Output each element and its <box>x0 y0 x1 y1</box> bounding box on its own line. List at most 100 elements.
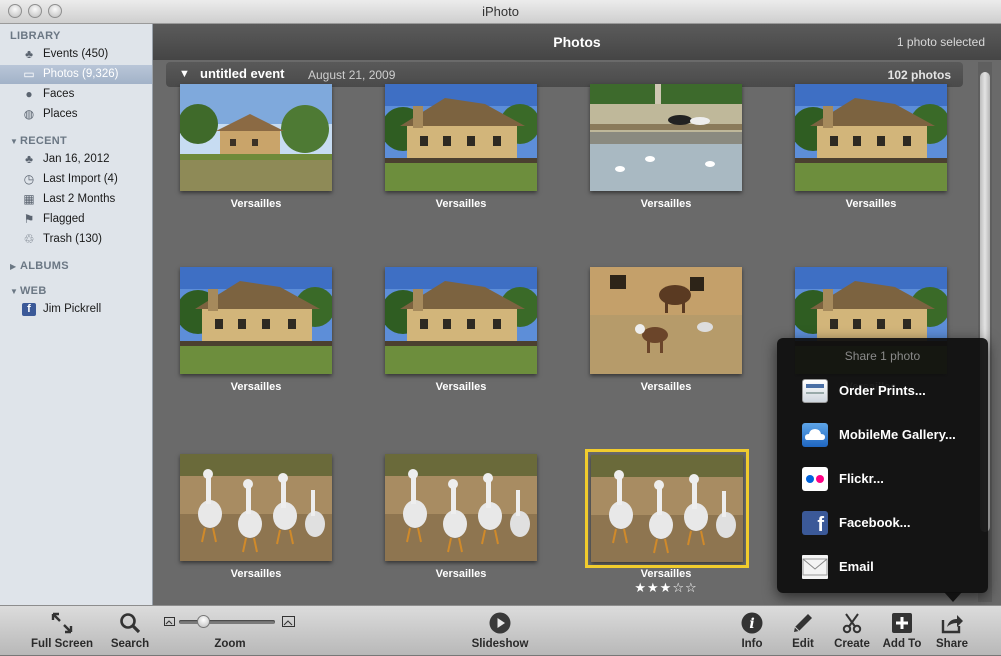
clock-icon: ◷ <box>23 172 35 186</box>
trash-icon: ♲ <box>23 232 35 246</box>
sidebar-item-last-import[interactable]: ◷ Last Import (4) <box>0 170 152 189</box>
sidebar-item-label: Places <box>43 108 78 120</box>
sidebar-item-flagged[interactable]: ⚑ Flagged <box>0 210 152 229</box>
sidebar-item-faces[interactable]: ● Faces <box>0 85 152 104</box>
share-facebook[interactable]: f Facebook... <box>777 503 988 543</box>
share-order-prints[interactable]: Order Prints... <box>777 371 988 411</box>
photo-caption: Versailles <box>230 568 282 580</box>
sidebar-item-trash[interactable]: ♲ Trash (130) <box>0 230 152 249</box>
photo-rating[interactable]: ★★★☆☆ <box>590 580 742 596</box>
sidebar-item-jim-pickrell[interactable]: f Jim Pickrell <box>0 300 152 319</box>
search-label: Search <box>110 638 150 650</box>
slideshow-button[interactable]: Slideshow <box>472 606 528 656</box>
search-button[interactable]: Search <box>110 606 150 656</box>
sidebar-item-label: Photos (9,326) <box>43 68 119 80</box>
events-icon: ♣ <box>25 47 33 61</box>
photo-thumbnail[interactable] <box>385 267 537 374</box>
photo-thumbnail[interactable] <box>795 84 947 191</box>
share-mobileme-gallery[interactable]: MobileMe Gallery... <box>777 415 988 455</box>
full-screen-icon <box>51 612 73 634</box>
section-label: WEB <box>20 285 47 297</box>
photo-thumbnail[interactable] <box>590 84 742 191</box>
share-icon <box>941 615 963 634</box>
photo-caption: Versailles <box>640 198 692 210</box>
facebook-icon: f <box>22 303 36 316</box>
share-popup-title: Share 1 photo <box>844 349 921 363</box>
info-icon: i <box>741 612 763 634</box>
calendar-icon: ▦ <box>23 192 35 206</box>
email-icon <box>802 555 828 579</box>
zoom-slider-handle[interactable] <box>196 615 210 628</box>
share-item-label: Email <box>839 559 874 574</box>
small-photo-icon <box>164 617 175 626</box>
sidebar-item-label: Jan 16, 2012 <box>43 153 110 165</box>
section-label: RECENT <box>20 135 68 147</box>
faces-icon: ● <box>25 87 33 101</box>
sidebar-item-label: Flagged <box>43 213 85 225</box>
share-button[interactable]: Share <box>932 606 972 656</box>
photo-image <box>385 267 537 374</box>
photo-thumbnail[interactable] <box>590 267 742 374</box>
share-email[interactable]: Email <box>777 547 988 587</box>
share-item-label: MobileMe Gallery... <box>839 427 956 442</box>
full-screen-button[interactable]: Full Screen <box>31 606 93 656</box>
photo-caption: Versailles <box>640 381 692 393</box>
zoom-slider[interactable] <box>179 620 275 624</box>
disclosure-down-icon: ▼ <box>10 137 19 146</box>
photo-image <box>590 267 742 374</box>
photo-caption: Versailles <box>640 568 692 580</box>
event-icon: ♣ <box>25 152 33 166</box>
recent-section-header[interactable]: ▼ RECENT <box>10 135 67 147</box>
library-section-header: LIBRARY <box>10 30 61 42</box>
large-photo-icon <box>282 616 295 627</box>
photos-header: Photos 1 photo selected <box>153 24 1001 60</box>
sidebar-item-label: Jim Pickrell <box>43 303 102 315</box>
section-label: ALBUMS <box>20 260 69 272</box>
photo-thumbnail[interactable] <box>385 84 537 191</box>
page-title: Photos <box>553 34 601 50</box>
photo-image <box>180 84 332 191</box>
albums-section-header[interactable]: ▶ ALBUMS <box>10 260 69 272</box>
photo-thumbnail[interactable] <box>180 454 332 561</box>
photo-thumbnail[interactable] <box>180 267 332 374</box>
sidebar-item-label: Trash (130) <box>43 233 103 245</box>
sidebar-item-label: Last 2 Months <box>43 193 116 205</box>
photo-caption: Versailles <box>435 198 487 210</box>
event-date: August 21, 2009 <box>308 68 396 82</box>
share-popup-pointer <box>944 592 962 602</box>
pencil-icon <box>794 614 812 632</box>
photo-image <box>795 84 947 191</box>
disclosure-down-icon: ▼ <box>10 287 19 296</box>
share-popup: Share 1 photo Order Prints... MobileMe G… <box>777 338 988 593</box>
photo-image <box>385 454 537 561</box>
order-prints-icon <box>802 379 828 403</box>
sidebar-item-jan-16-2012[interactable]: ♣ Jan 16, 2012 <box>0 150 152 169</box>
sidebar-item-last-2-months[interactable]: ▦ Last 2 Months <box>0 190 152 209</box>
photo-thumbnail[interactable] <box>180 84 332 191</box>
sidebar-item-label: Faces <box>43 88 75 100</box>
sidebar-item-places[interactable]: ◍ Places <box>0 105 152 124</box>
photo-caption: Versailles <box>435 381 487 393</box>
search-icon <box>120 613 141 634</box>
sidebar-item-label: Last Import (4) <box>43 173 118 185</box>
photo-thumbnail[interactable] <box>385 454 537 561</box>
photo-caption: Versailles <box>230 381 282 393</box>
flag-icon: ⚑ <box>23 212 35 226</box>
sidebar-item-photos[interactable]: ▭ Photos (9,326) <box>0 65 152 84</box>
photo-image <box>385 84 537 191</box>
share-flickr[interactable]: Flickr... <box>777 459 988 499</box>
share-item-label: Flickr... <box>839 471 884 486</box>
share-item-label: Order Prints... <box>839 383 926 398</box>
share-label: Share <box>936 638 968 650</box>
flickr-icon <box>802 467 828 491</box>
event-photo-count: 102 photos <box>887 68 951 82</box>
selection-status: 1 photo selected <box>896 35 985 49</box>
photo-thumbnail-selected[interactable] <box>585 449 749 568</box>
disclosure-down-icon[interactable]: ▼ <box>179 68 190 80</box>
mobileme-icon <box>802 423 828 447</box>
sidebar-item-events[interactable]: ♣ Events (450) <box>0 45 152 64</box>
web-section-header[interactable]: ▼ WEB <box>10 285 47 297</box>
title-bar: iPhoto <box>0 0 1001 24</box>
share-item-label: Facebook... <box>839 515 911 530</box>
photo-image <box>180 267 332 374</box>
